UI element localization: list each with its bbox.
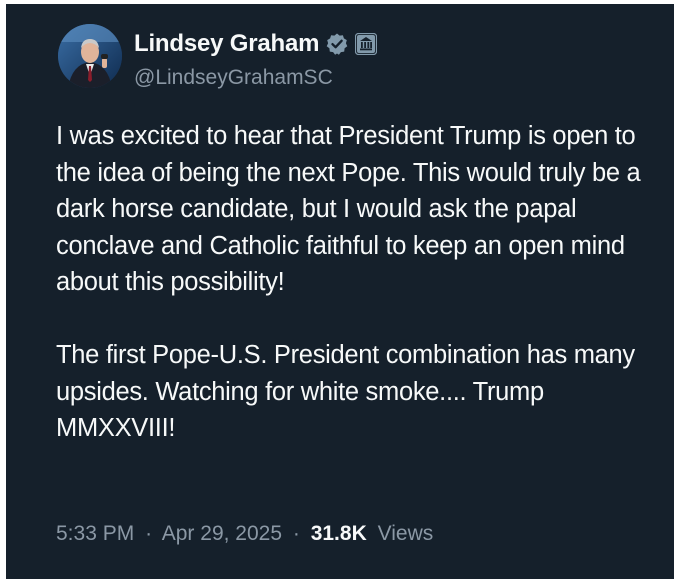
tweet-time[interactable]: 5:33 PM [56, 522, 134, 545]
avatar[interactable] [58, 24, 122, 88]
meta-separator: · [292, 522, 300, 545]
views-count[interactable]: 31.8K [311, 522, 367, 545]
tweet-text: I was excited to hear that President Tru… [56, 118, 646, 447]
government-building-icon[interactable] [355, 32, 378, 56]
tweet-date[interactable]: Apr 29, 2025 [162, 522, 282, 545]
meta-separator: · [145, 522, 153, 545]
views-label: Views [377, 522, 434, 545]
tweet-paragraph-1: I was excited to hear that President Tru… [56, 122, 641, 296]
tweet-paragraph-2: The first Pope-U.S. President combinatio… [56, 341, 635, 442]
profile-photo-icon [58, 24, 122, 88]
tweet-card: Lindsey Graham @LindseyGrahamSC I was ex… [6, 4, 674, 579]
tweet-meta: 5:33 PM · Apr 29, 2025 · 31.8K Views [56, 522, 433, 546]
author-handle[interactable]: @LindseyGrahamSC [134, 66, 333, 90]
author-name-row: Lindsey Graham [134, 28, 378, 60]
display-name[interactable]: Lindsey Graham [134, 30, 319, 58]
verified-badge-icon[interactable] [325, 32, 349, 56]
